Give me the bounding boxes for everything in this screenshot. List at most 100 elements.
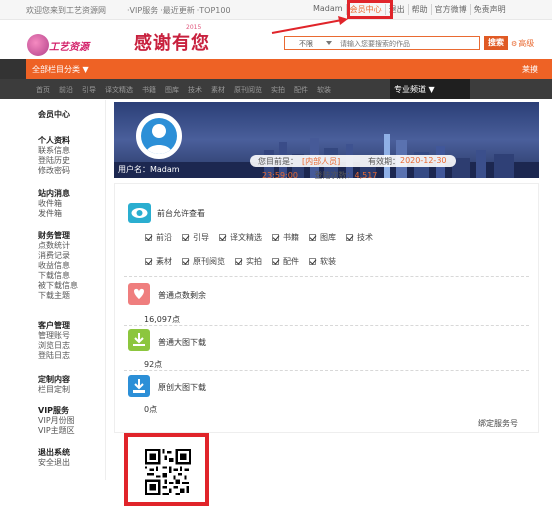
- sub-nav-items: 首页 前沿 引导 译文精选 书籍 图库 技术 素材 原刊阅览 实拍 配件 软装: [36, 85, 331, 95]
- member-content-panel: [114, 183, 539, 433]
- permission-checkbox[interactable]: 书籍: [272, 232, 299, 243]
- main-nav: 全部栏目分类 ▼ 莱摸: [26, 59, 552, 79]
- weibo-link[interactable]: 官方微博: [430, 4, 470, 15]
- nav-ad-link[interactable]: 莱摸: [522, 64, 538, 75]
- checkbox-label: 译文精选: [230, 233, 262, 242]
- help-link[interactable]: 帮助: [407, 4, 431, 15]
- permission-checkbox[interactable]: 前沿: [145, 232, 172, 243]
- subnav-item[interactable]: 书籍: [142, 85, 156, 95]
- checkbox-label: 配件: [283, 257, 299, 266]
- sidebar-item[interactable]: 被下载信息: [38, 281, 78, 291]
- professional-channel-menu[interactable]: 专业频道 ▼: [390, 79, 470, 99]
- subnav-left-strip: [0, 79, 26, 99]
- checkbox-icon: [219, 234, 226, 241]
- checkbox-icon: [145, 234, 152, 241]
- checkbox-icon: [309, 234, 316, 241]
- search-input[interactable]: [340, 38, 476, 49]
- subnav-item[interactable]: 前沿: [59, 85, 73, 95]
- username-line: 用户名：Madam: [118, 164, 180, 175]
- avatar[interactable]: [136, 113, 182, 159]
- sidebar-item[interactable]: 消费记录: [38, 251, 78, 261]
- subnav-item[interactable]: 原刊阅览: [234, 85, 262, 95]
- welcome-text: 欢迎您来到工艺资源网: [26, 6, 106, 15]
- permission-checkbox[interactable]: 配件: [272, 256, 299, 267]
- sidebar-group-custom: 定制内容 栏目定制: [38, 374, 70, 395]
- sidebar-group-messages: 站内消息 收件箱 发件箱: [38, 188, 70, 219]
- subnav-item[interactable]: 图库: [165, 85, 179, 95]
- role-label: 您目前是：: [258, 157, 298, 166]
- sidebar-item[interactable]: 栏目定制: [38, 385, 70, 395]
- subnav-item[interactable]: 引导: [82, 85, 96, 95]
- recent-link[interactable]: ·最近更新: [160, 6, 195, 15]
- bind-service-link[interactable]: 绑定服务号: [478, 418, 518, 429]
- divider: [124, 325, 529, 326]
- nav-left-strip: [0, 59, 26, 79]
- sidebar-group-finance: 财务管理 点数统计 消费记录 收益信息 下载信息 被下载信息 下载主题: [38, 230, 78, 301]
- sidebar-item[interactable]: 联系信息: [38, 146, 70, 156]
- qr-code-image: [145, 449, 191, 495]
- sidebar-item[interactable]: 浏览日志: [38, 341, 70, 351]
- banner-text: 感谢有您: [134, 33, 210, 54]
- normal-download-label: 普通大图下载: [158, 338, 206, 347]
- eye-icon: [128, 203, 151, 223]
- subnav-item[interactable]: 技术: [188, 85, 202, 95]
- user-link[interactable]: Madam: [310, 4, 346, 15]
- top100-link[interactable]: ·TOP100: [197, 6, 231, 15]
- subnav-item[interactable]: 译文精选: [105, 85, 133, 95]
- permission-checkbox[interactable]: 素材: [145, 256, 172, 267]
- permission-checkbox[interactable]: 技术: [346, 232, 373, 243]
- group-title: 退出系统: [38, 448, 70, 457]
- subnav-item[interactable]: 软装: [317, 85, 331, 95]
- vip-link[interactable]: ·VIP服务: [127, 6, 158, 15]
- permission-checkbox[interactable]: 实拍: [235, 256, 262, 267]
- subnav-item[interactable]: 素材: [211, 85, 225, 95]
- points-value: 23:59:00: [262, 171, 298, 180]
- checkbox-icon: [145, 258, 152, 265]
- sidebar-item[interactable]: 管理账号: [38, 331, 70, 341]
- sidebar-item[interactable]: 发件箱: [38, 209, 70, 219]
- checkbox-icon: [182, 234, 189, 241]
- divider: [124, 370, 529, 371]
- checkbox-label: 技术: [357, 233, 373, 242]
- group-title: 客户管理: [38, 321, 70, 330]
- chevron-down-icon[interactable]: [326, 41, 332, 45]
- sidebar-item[interactable]: VIP主题区: [38, 426, 75, 436]
- sidebar-item[interactable]: 安全退出: [38, 458, 70, 468]
- search-scope[interactable]: 不限: [299, 39, 313, 49]
- sidebar-item[interactable]: VIP月份图: [38, 416, 75, 426]
- subnav-item[interactable]: 配件: [294, 85, 308, 95]
- sidebar-item[interactable]: 收益信息: [38, 261, 78, 271]
- sidebar-item[interactable]: 修改密码: [38, 166, 70, 176]
- subnav-item[interactable]: 实拍: [271, 85, 285, 95]
- site-logo[interactable]: 工艺资源: [27, 34, 105, 56]
- top-links-right: Madam 会员中心 退出 帮助 官方微博 免责声明: [310, 4, 509, 15]
- permission-checkbox[interactable]: 原刊阅览: [182, 256, 225, 267]
- permission-row-1: 前沿 引导 译文精选 书籍 图库 技术: [145, 232, 373, 243]
- sidebar-item[interactable]: 登陆日志: [38, 351, 70, 361]
- permission-checkbox[interactable]: 图库: [309, 232, 336, 243]
- advanced-search-link[interactable]: ⚙高级: [511, 38, 534, 49]
- expire-label: 有效期：: [368, 157, 400, 166]
- permission-checkbox[interactable]: 引导: [182, 232, 209, 243]
- all-categories-button[interactable]: 全部栏目分类 ▼: [32, 64, 89, 75]
- subnav-item[interactable]: 首页: [36, 85, 50, 95]
- divider: [124, 276, 529, 277]
- sidebar-item[interactable]: 登陆历史: [38, 156, 70, 166]
- sidebar-item[interactable]: 收件箱: [38, 199, 70, 209]
- search-button[interactable]: 搜索: [484, 36, 508, 50]
- thanks-banner: 感谢有您 2015: [128, 24, 210, 56]
- sidebar-item[interactable]: 下载信息: [38, 271, 78, 281]
- annotation-arrow: [271, 16, 348, 34]
- username-label: 用户名：: [118, 165, 150, 174]
- sidebar-item[interactable]: 下载主题: [38, 291, 78, 301]
- sidebar-group-clients: 客户管理 管理账号 浏览日志 登陆日志: [38, 320, 70, 361]
- group-title: 定制内容: [38, 375, 70, 384]
- disclaimer-link[interactable]: 免责声明: [469, 4, 509, 15]
- permission-checkbox[interactable]: 软装: [309, 256, 336, 267]
- user-icon: [141, 118, 177, 154]
- sidebar-item[interactable]: 点数统计: [38, 241, 78, 251]
- checkbox-label: 图库: [320, 233, 336, 242]
- checkbox-icon: [272, 258, 279, 265]
- permission-checkbox[interactable]: 译文精选: [219, 232, 262, 243]
- login-label: 登陆次数：: [314, 171, 355, 180]
